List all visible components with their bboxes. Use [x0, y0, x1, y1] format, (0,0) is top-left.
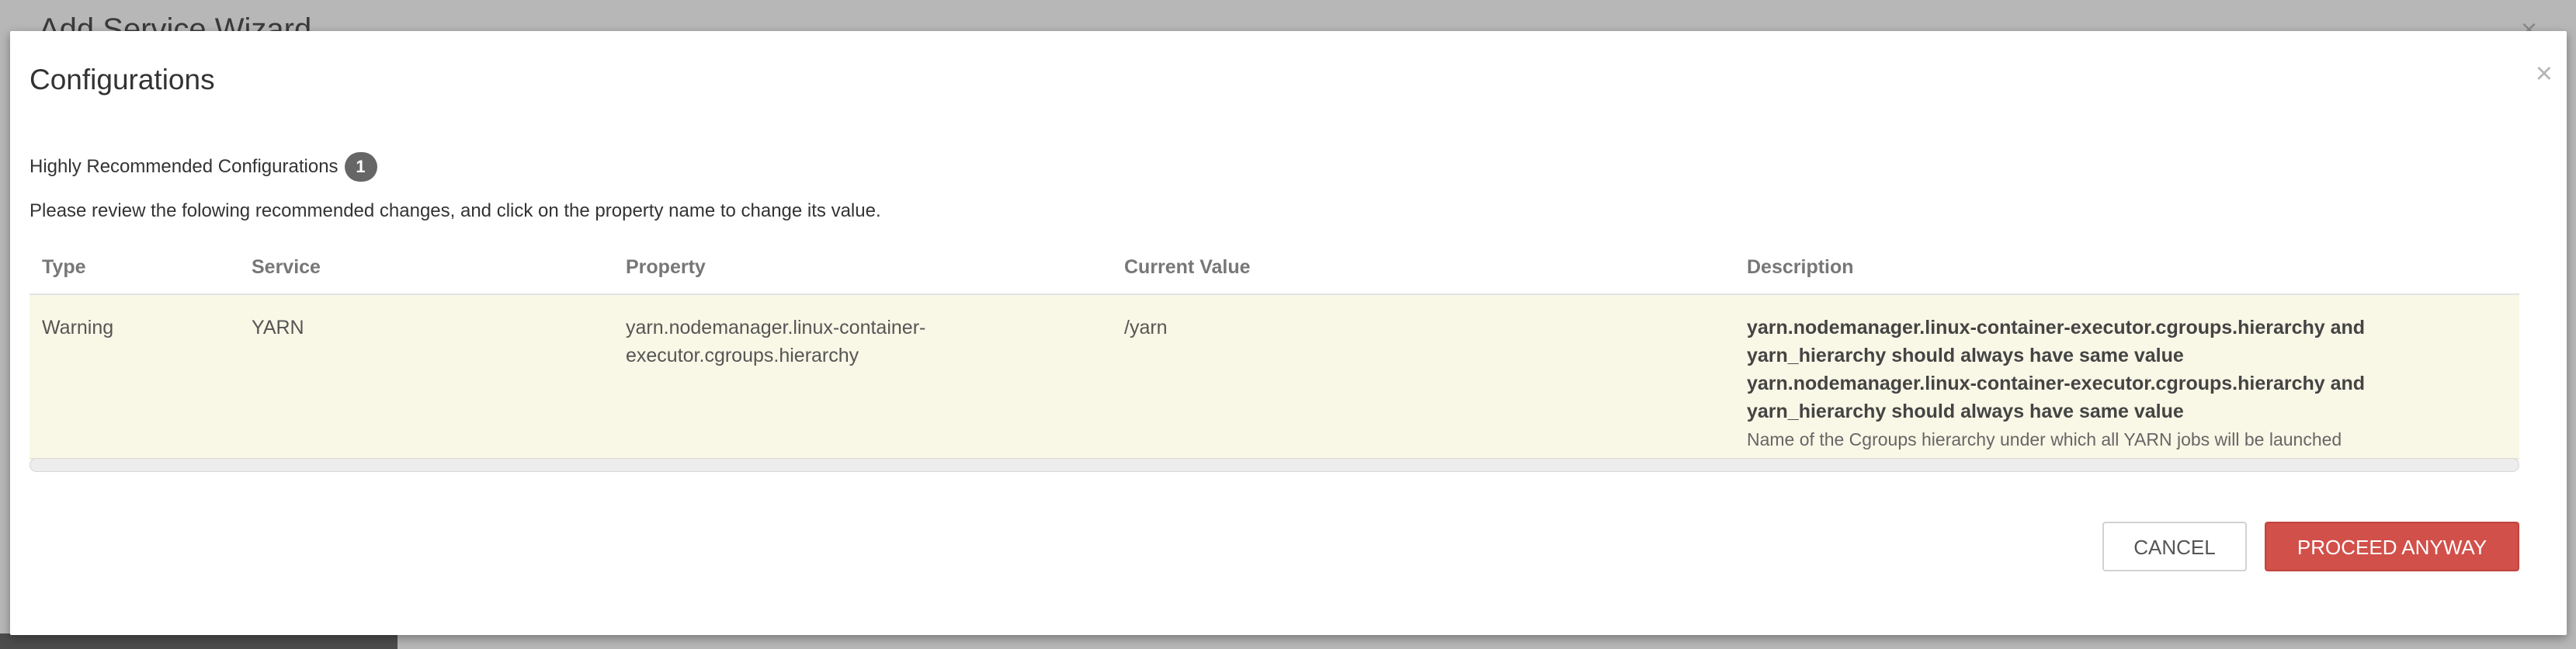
header-service: Service [252, 256, 321, 278]
header-property: Property [626, 256, 706, 278]
wizard-title: Add Service Wizard [39, 14, 312, 31]
horizontal-scrollbar[interactable] [30, 458, 2519, 472]
modal-title: Configurations [30, 64, 215, 95]
warning-message: yarn.nodemanager.linux-container-executo… [1747, 373, 2366, 422]
proceed-anyway-button[interactable]: PROCEED ANYWAY [2265, 522, 2519, 571]
count-badge: 1 [344, 152, 377, 182]
header-current-value: Current Value [1124, 256, 1251, 278]
recommended-section-header: Highly Recommended Configurations 1 [30, 152, 377, 182]
warning-message: yarn.nodemanager.linux-container-executo… [1747, 317, 2366, 366]
recommendations-table: Type Service Property Current Value Desc… [30, 247, 2519, 460]
background-sidebar [0, 633, 398, 649]
property-description: Name of the Cgroups hierarchy under whic… [1747, 429, 2342, 449]
cell-type: Warning [42, 317, 114, 338]
cell-description: yarn.nodemanager.linux-container-executo… [1747, 314, 2500, 453]
close-icon[interactable]: × [2536, 59, 2553, 88]
header-type: Type [42, 256, 86, 278]
cancel-button[interactable]: CANCEL [2102, 522, 2247, 571]
header-description: Description [1747, 256, 1854, 278]
section-label: Highly Recommended Configurations [30, 156, 338, 177]
table-row: Warning YARN yarn.nodemanager.linux-cont… [30, 295, 2519, 460]
table-header: Type Service Property Current Value Desc… [30, 247, 2519, 295]
cell-service: YARN [252, 317, 304, 338]
wizard-close-icon: × [2520, 14, 2537, 31]
property-name-link[interactable]: yarn.nodemanager.linux-container-executo… [626, 314, 991, 370]
cell-current-value: /yarn [1124, 317, 1168, 338]
instructions-text: Please review the folowing recommended c… [30, 200, 881, 221]
